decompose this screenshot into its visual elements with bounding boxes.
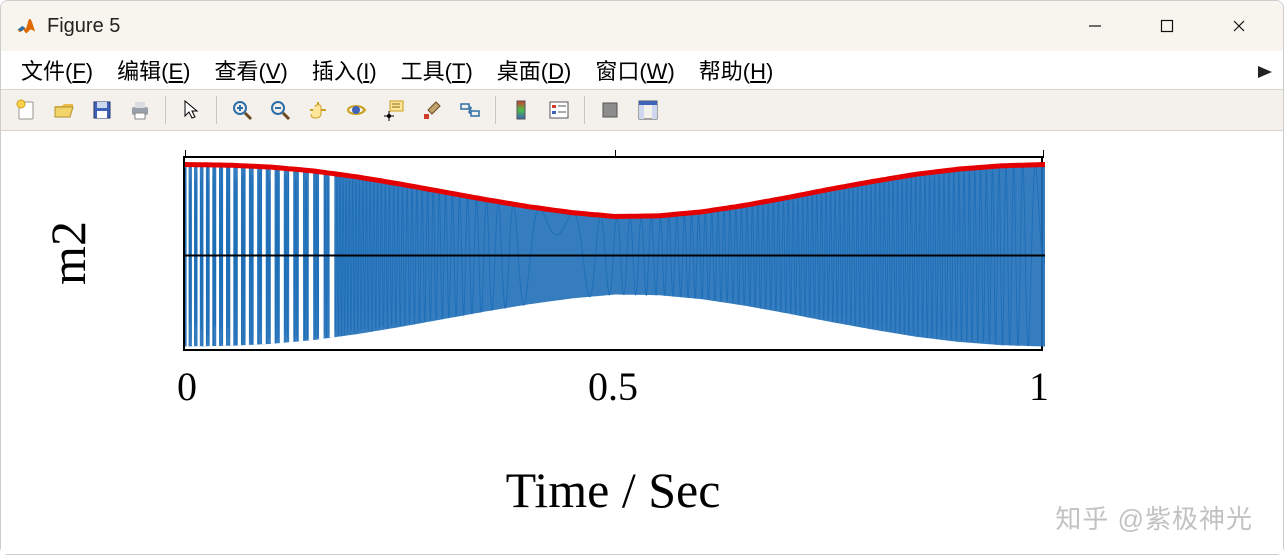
menu-tools[interactable]: 工具(T) bbox=[389, 52, 485, 88]
tick-mark bbox=[185, 150, 186, 158]
toolbar-separator bbox=[216, 96, 217, 124]
print-button[interactable] bbox=[123, 93, 157, 127]
figure-window: Figure 5 文件(F) 编辑(E) 查看(V) 插入(I) 工具(T) 桌… bbox=[0, 0, 1284, 555]
toolbar-separator bbox=[165, 96, 166, 124]
figure-canvas[interactable]: m2 1 0 -1 0 0.5 1 Time / Sec 知乎 @紫极神光 bbox=[1, 131, 1283, 554]
menu-help[interactable]: 帮助(H) bbox=[687, 52, 786, 88]
x-tick-label: 1 bbox=[1029, 363, 1049, 410]
matlab-icon bbox=[15, 15, 37, 37]
watermark: 知乎 @紫极神光 bbox=[1055, 499, 1253, 536]
x-tick-label: 0.5 bbox=[588, 363, 638, 410]
hide-plot-tools-button[interactable] bbox=[593, 93, 627, 127]
menu-accel: W bbox=[647, 59, 668, 84]
menu-label: 帮助 bbox=[699, 59, 743, 84]
menu-accel: T bbox=[452, 59, 465, 84]
pan-button[interactable] bbox=[301, 93, 335, 127]
menu-label: 编辑 bbox=[117, 59, 161, 84]
zoom-out-button[interactable] bbox=[263, 93, 297, 127]
new-figure-button[interactable] bbox=[9, 93, 43, 127]
menu-view[interactable]: 查看(V) bbox=[202, 52, 299, 88]
data-cursor-button[interactable] bbox=[377, 93, 411, 127]
axes[interactable] bbox=[183, 156, 1043, 351]
close-button[interactable] bbox=[1203, 1, 1275, 51]
rotate-3d-button[interactable] bbox=[339, 93, 373, 127]
menu-label: 桌面 bbox=[497, 59, 541, 84]
menu-label: 窗口 bbox=[595, 59, 639, 84]
y-axis-label: m2 bbox=[39, 221, 97, 285]
toolbar-separator bbox=[584, 96, 585, 124]
menu-label: 文件 bbox=[21, 59, 65, 84]
menu-accel: D bbox=[548, 59, 564, 84]
pointer-button[interactable] bbox=[174, 93, 208, 127]
dock-arrow-icon[interactable] bbox=[1257, 59, 1273, 85]
x-tick-label: 0 bbox=[177, 363, 197, 410]
menu-label: 工具 bbox=[401, 59, 445, 84]
menu-desktop[interactable]: 桌面(D) bbox=[485, 52, 584, 88]
plot-svg bbox=[185, 158, 1045, 353]
titlebar: Figure 5 bbox=[1, 1, 1283, 51]
menu-file[interactable]: 文件(F) bbox=[9, 52, 105, 88]
zoom-in-button[interactable] bbox=[225, 93, 259, 127]
menubar: 文件(F) 编辑(E) 查看(V) 插入(I) 工具(T) 桌面(D) 窗口(W… bbox=[1, 51, 1283, 89]
insert-legend-button[interactable] bbox=[542, 93, 576, 127]
menu-label: 插入 bbox=[312, 59, 356, 84]
tick-mark bbox=[1043, 150, 1044, 158]
menu-label: 查看 bbox=[214, 59, 258, 84]
maximize-button[interactable] bbox=[1131, 1, 1203, 51]
window-title: Figure 5 bbox=[47, 15, 120, 38]
menu-accel: V bbox=[266, 59, 281, 84]
menu-insert[interactable]: 插入(I) bbox=[300, 52, 389, 88]
brush-button[interactable] bbox=[415, 93, 449, 127]
menu-accel: I bbox=[363, 59, 369, 84]
link-button[interactable] bbox=[453, 93, 487, 127]
save-button[interactable] bbox=[85, 93, 119, 127]
toolbar bbox=[1, 89, 1283, 131]
toolbar-separator bbox=[495, 96, 496, 124]
tick-mark bbox=[615, 150, 616, 158]
minimize-button[interactable] bbox=[1059, 1, 1131, 51]
menu-edit[interactable]: 编辑(E) bbox=[105, 52, 202, 88]
x-axis-label: Time / Sec bbox=[506, 461, 721, 519]
show-plot-tools-button[interactable] bbox=[631, 93, 665, 127]
insert-colorbar-button[interactable] bbox=[504, 93, 538, 127]
menu-window[interactable]: 窗口(W) bbox=[583, 52, 686, 88]
open-button[interactable] bbox=[47, 93, 81, 127]
menu-accel: F bbox=[72, 59, 85, 84]
menu-accel: E bbox=[168, 59, 183, 84]
menu-accel: H bbox=[750, 59, 766, 84]
